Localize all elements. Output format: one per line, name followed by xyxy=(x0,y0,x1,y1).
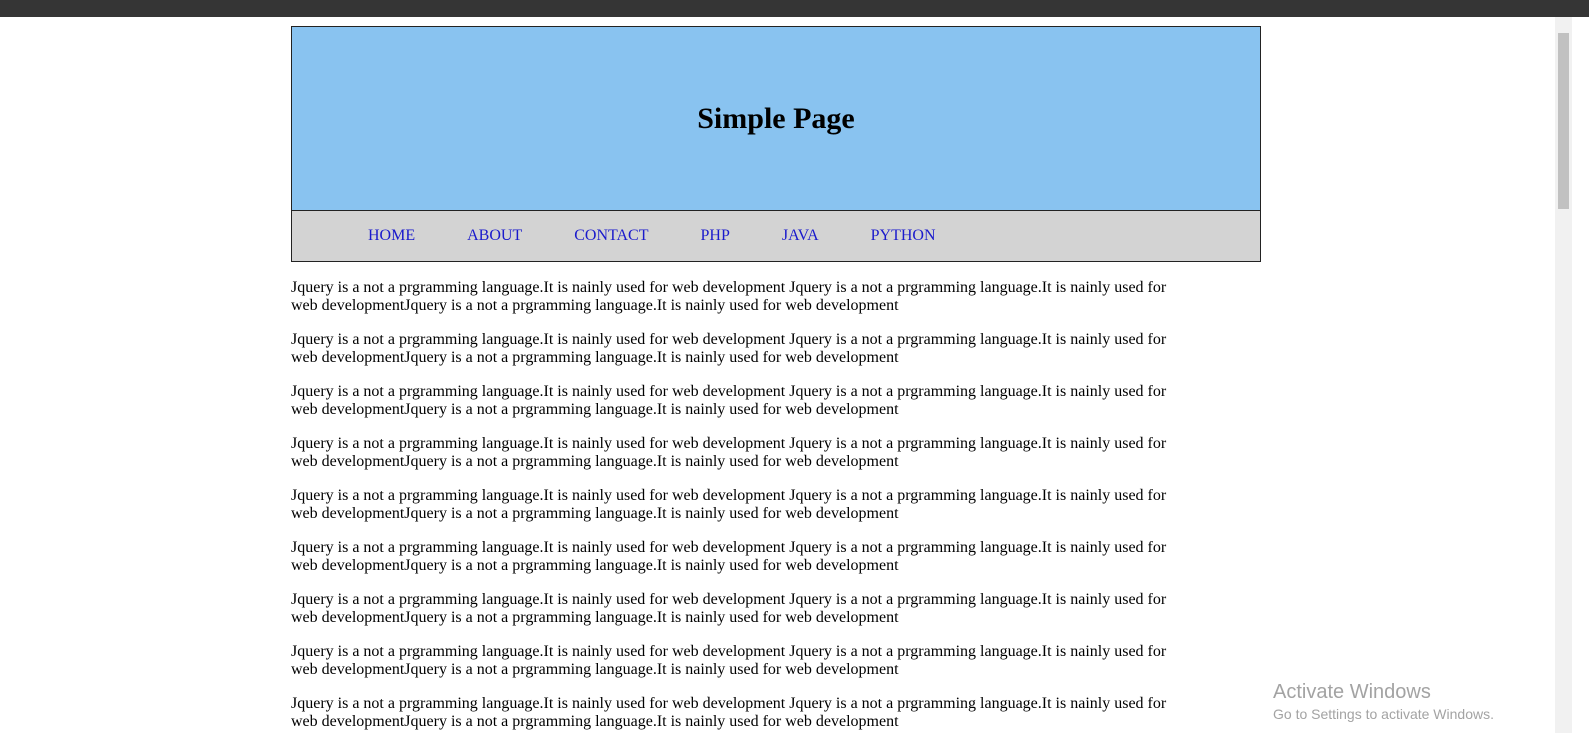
page-header: Simple Page xyxy=(291,26,1261,211)
content-paragraph: Jquery is a not a prgramming language.It… xyxy=(291,539,1167,574)
content-paragraph: Jquery is a not a prgramming language.It… xyxy=(291,279,1167,314)
browser-top-bar xyxy=(0,0,1589,17)
scrollbar-thumb[interactable] xyxy=(1558,33,1569,209)
content-paragraph: Jquery is a not a prgramming language.It… xyxy=(291,487,1167,522)
content-paragraph: Jquery is a not a prgramming language.It… xyxy=(291,435,1167,470)
nav-link-php[interactable]: PHP xyxy=(701,227,730,245)
content-paragraph: Jquery is a not a prgramming language.It… xyxy=(291,643,1167,678)
page-title: Simple Page xyxy=(697,101,855,135)
nav-link-home[interactable]: HOME xyxy=(368,227,415,245)
content-paragraph: Jquery is a not a prgramming language.It… xyxy=(291,695,1167,730)
nav-link-java[interactable]: JAVA xyxy=(782,227,819,245)
vertical-scrollbar[interactable] xyxy=(1555,17,1572,733)
activate-windows-watermark: Activate Windows Go to Settings to activ… xyxy=(1273,680,1494,724)
page-viewport: Simple Page HOME ABOUT CONTACT PHP JAVA … xyxy=(0,17,1572,733)
content-area: Jquery is a not a prgramming language.It… xyxy=(291,279,1191,731)
content-paragraph: Jquery is a not a prgramming language.It… xyxy=(291,331,1167,366)
watermark-subtitle: Go to Settings to activate Windows. xyxy=(1273,706,1494,722)
nav-bar: HOME ABOUT CONTACT PHP JAVA PYTHON xyxy=(291,211,1261,262)
page-container: Simple Page HOME ABOUT CONTACT PHP JAVA … xyxy=(291,26,1261,747)
nav-link-contact[interactable]: CONTACT xyxy=(574,227,648,245)
nav-link-about[interactable]: ABOUT xyxy=(467,227,522,245)
content-paragraph: Jquery is a not a prgramming language.It… xyxy=(291,383,1167,418)
nav-link-python[interactable]: PYTHON xyxy=(871,227,936,245)
watermark-title: Activate Windows xyxy=(1273,681,1431,703)
content-paragraph: Jquery is a not a prgramming language.It… xyxy=(291,591,1167,626)
